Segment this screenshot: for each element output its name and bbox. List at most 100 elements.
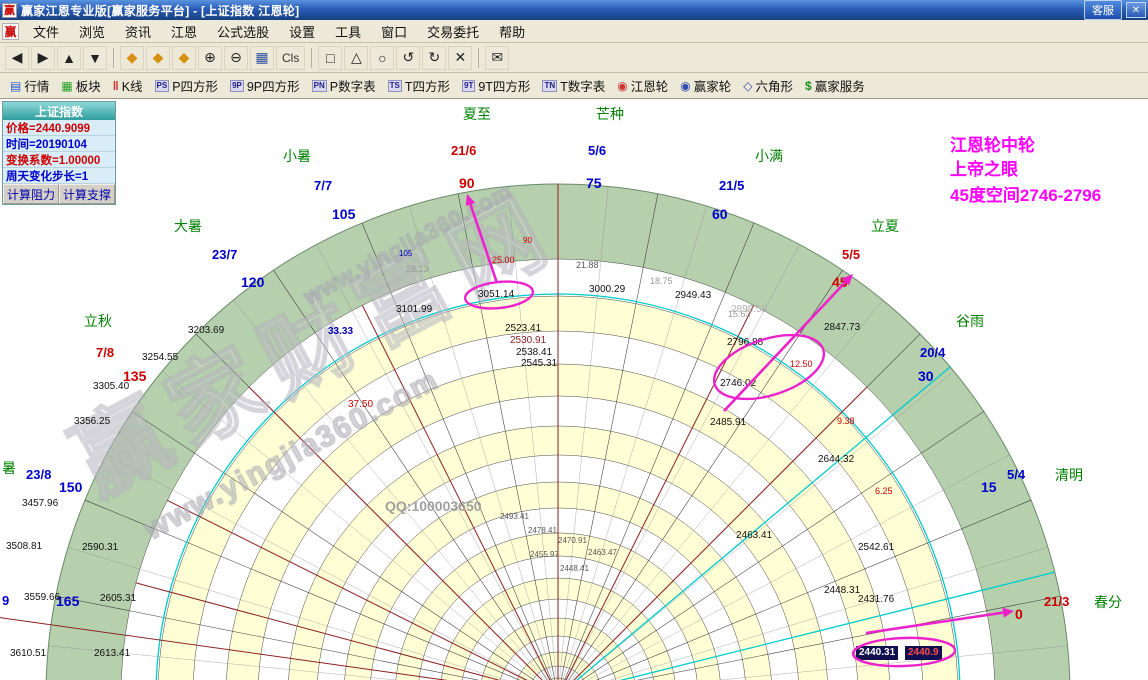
toolbar-item-p-number-table[interactable]: PNP数字表	[306, 73, 382, 98]
wheel-label: 立秋	[84, 314, 112, 328]
rotate-cw-icon[interactable]: ↻	[422, 46, 446, 70]
toolbar-item-p-square[interactable]: PSP四方形	[149, 73, 225, 98]
wheel-label: 45	[832, 275, 848, 289]
wheel-label: 夏至	[463, 107, 491, 121]
menu-item-0[interactable]: 文件	[23, 19, 69, 44]
close-button[interactable]: ✕	[1126, 2, 1146, 18]
toolbar-item-9p-square[interactable]: 9P9P四方形	[224, 73, 306, 98]
wheel-label: 3610.51	[10, 649, 46, 659]
wheel-label: 15	[981, 480, 997, 494]
gann-diamond-1-icon[interactable]: ◆	[120, 46, 144, 70]
wheel-label: 0	[1015, 607, 1023, 621]
wheel-label: 上帝之眼	[950, 161, 1018, 178]
wheel-label: 7/8	[96, 346, 114, 359]
toolbar-separator	[311, 48, 312, 68]
toolbar-views: ▤行情▦板块‖K线PSP四方形9P9P四方形PNP数字表TST四方形9T9T四方…	[0, 73, 1148, 99]
gann-diamond-3-icon[interactable]: ◆	[172, 46, 196, 70]
wheel-label: 小暑	[283, 149, 311, 163]
wheel-label: 2485.91	[710, 418, 746, 428]
delete-tool-icon[interactable]: ✕	[448, 46, 472, 70]
toolbar-item-t-square[interactable]: TST四方形	[382, 73, 456, 98]
menu-item-2[interactable]: 资讯	[115, 19, 161, 44]
wheel-label: 45度空间2746-2796	[950, 187, 1101, 204]
menu-item-7[interactable]: 窗口	[371, 19, 417, 44]
toolbar-item-kline[interactable]: ‖K线	[107, 73, 149, 98]
menu-item-4[interactable]: 公式选股	[207, 19, 279, 44]
triangle-tool-icon[interactable]: △	[344, 46, 368, 70]
toolbar-item-quotes[interactable]: ▤行情	[4, 73, 55, 98]
wheel-label: 3051.14	[478, 290, 514, 300]
toolbar-item-winner-service[interactable]: $赢家服务	[799, 73, 871, 98]
panel-row-2: 变换系数=1.00000	[3, 152, 115, 168]
menu-item-5[interactable]: 设置	[279, 19, 325, 44]
zoom-in-icon[interactable]: ⊕	[198, 46, 222, 70]
rect-tool-icon[interactable]: □	[318, 46, 342, 70]
wheel-label: 2530.91	[510, 336, 546, 346]
wheel-label: 3254.55	[142, 353, 178, 363]
wheel-label: 2463.41	[736, 531, 772, 541]
toolbar-item-sectors[interactable]: ▦板块	[55, 73, 106, 98]
9p-square-icon: 9P	[230, 80, 244, 92]
menu-item-9[interactable]: 帮助	[489, 19, 535, 44]
toolbar-separator	[478, 48, 479, 68]
wheel-label: 2590.31	[82, 543, 118, 553]
toolbar-item-9t-square[interactable]: 9T9T四方形	[456, 73, 536, 98]
wheel-label: 37.50	[348, 400, 373, 410]
highlighted-price-box: 2440.9	[905, 646, 942, 660]
toolbar-item-hexagon[interactable]: ◇六角形	[737, 73, 799, 98]
9t-square-icon: 9T	[462, 80, 475, 92]
panel-row-3: 周天变化步长=1	[3, 168, 115, 184]
wheel-label: 5/4	[1007, 468, 1025, 481]
chart-area: 赢家财富网www.yingjia360.comwww.yingjia360.co…	[0, 99, 1148, 680]
wheel-label: 2431.76	[858, 595, 894, 605]
toolbar-item-winner-wheel[interactable]: ◉赢家轮	[674, 73, 737, 98]
customer-service-button[interactable]: 客服	[1084, 0, 1122, 20]
rotate-ccw-icon[interactable]: ↺	[396, 46, 420, 70]
panel-button-0[interactable]: 计算阻力	[3, 184, 59, 204]
wheel-label: 3305.40	[93, 382, 129, 392]
down-icon[interactable]: ▼	[83, 46, 107, 70]
gann-diamond-2-icon[interactable]: ◆	[146, 46, 170, 70]
t-number-table-label: T数字表	[560, 76, 605, 95]
wheel-labels-layer: 赢家财富网www.yingjia360.comwww.yingjia360.co…	[0, 99, 1148, 680]
p-square-icon: PS	[155, 80, 170, 92]
toolbar-item-t-number-table[interactable]: TNT数字表	[536, 73, 611, 98]
menu-item-1[interactable]: 浏览	[69, 19, 115, 44]
circle-tool-icon[interactable]: ○	[370, 46, 394, 70]
toolbar-separator	[113, 48, 114, 68]
wheel-label: 立夏	[871, 219, 899, 233]
winner-service-label: 赢家服务	[815, 76, 865, 95]
wheel-label: 2796.88	[727, 338, 763, 348]
wheel-label: 28.13	[406, 265, 429, 274]
menu-item-8[interactable]: 交易委托	[417, 19, 489, 44]
wheel-label: 3457.96	[22, 499, 58, 509]
wheel-label: 7/7	[314, 179, 332, 192]
zoom-out-icon[interactable]: ⊖	[224, 46, 248, 70]
wheel-label: 2448.31	[824, 586, 860, 596]
wheel-label: 谷雨	[956, 314, 984, 328]
menu-item-3[interactable]: 江恩	[161, 19, 207, 44]
up-icon[interactable]: ▲	[57, 46, 81, 70]
menu-item-6[interactable]: 工具	[325, 19, 371, 44]
wheel-label: 23/8	[26, 468, 51, 481]
wheel-label: 25.00	[492, 256, 515, 265]
wheel-label: 120	[241, 275, 264, 289]
toolbar-item-gann-wheel[interactable]: ◉江恩轮	[611, 73, 674, 98]
wheel-label: 60	[712, 207, 728, 221]
quotes-icon: ▤	[10, 79, 21, 93]
wheel-label: 23/7	[212, 248, 237, 261]
clear-button[interactable]: Cls	[276, 46, 305, 70]
gann-wheel-icon: ◉	[617, 79, 627, 93]
grid-view-icon[interactable]: ▦	[250, 46, 274, 70]
back-icon[interactable]: ◀	[5, 46, 29, 70]
panel-button-1[interactable]: 计算支撑	[59, 184, 115, 204]
t-square-icon: TS	[388, 80, 402, 92]
wheel-label: 2898.58	[731, 305, 767, 315]
wheel-label: 90	[523, 237, 532, 245]
message-icon[interactable]: ✉	[485, 46, 509, 70]
wheel-label: 75	[586, 176, 602, 190]
sectors-label: 板块	[76, 76, 101, 95]
wheel-label: 21.88	[576, 261, 599, 270]
wheel-label: 2542.61	[858, 543, 894, 553]
forward-icon[interactable]: ▶	[31, 46, 55, 70]
